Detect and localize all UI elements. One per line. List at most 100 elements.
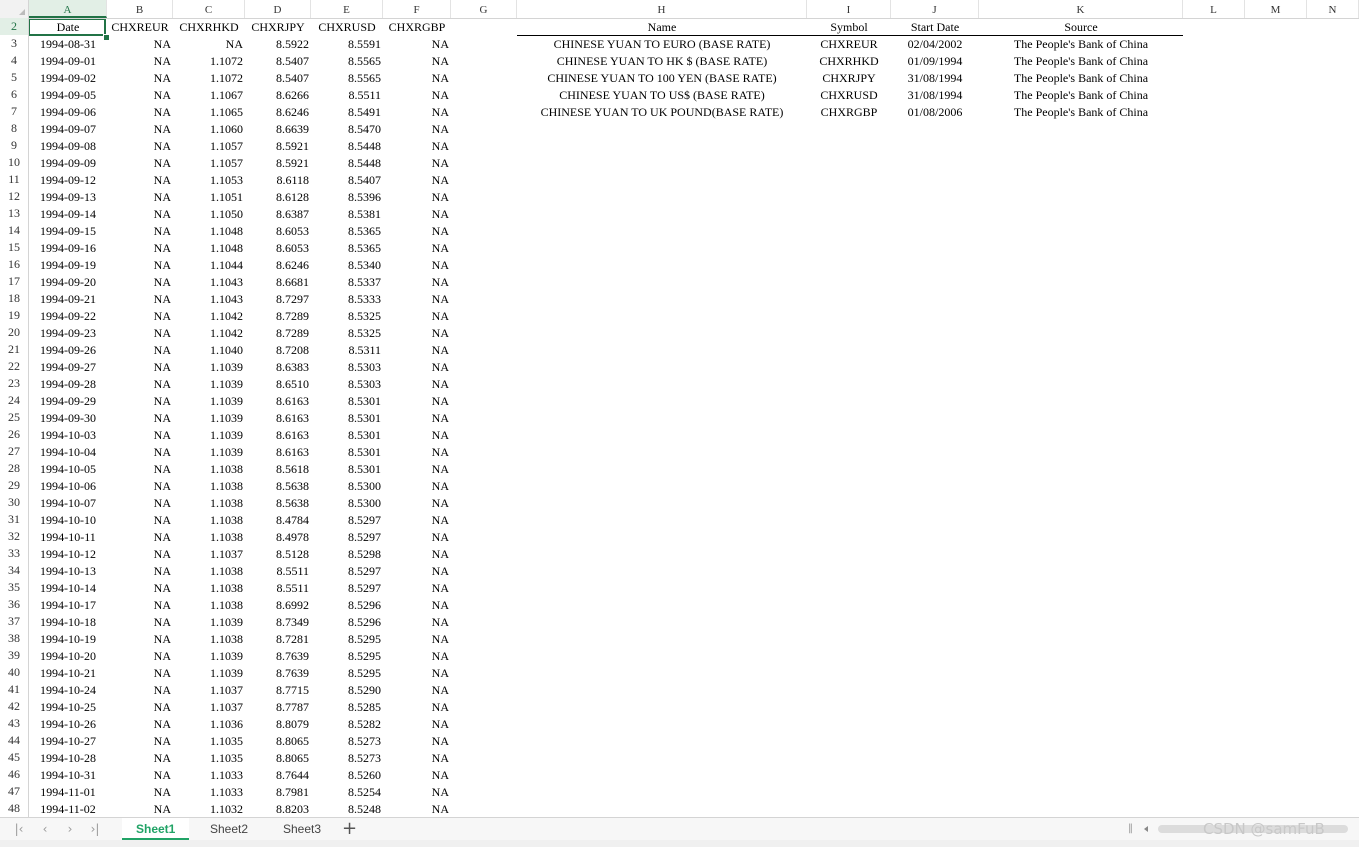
- hkd-cell[interactable]: 1.1072: [173, 70, 245, 87]
- usd-cell[interactable]: 8.5295: [311, 648, 383, 665]
- date-cell[interactable]: 1994-09-29: [29, 393, 107, 410]
- row-header[interactable]: 6: [0, 86, 28, 103]
- usd-cell[interactable]: 8.5340: [311, 257, 383, 274]
- gbp-cell[interactable]: NA: [383, 580, 451, 597]
- row-header[interactable]: 41: [0, 681, 28, 698]
- hkd-cell[interactable]: 1.1037: [173, 682, 245, 699]
- jpy-cell[interactable]: 8.5922: [245, 36, 311, 53]
- date-cell[interactable]: 1994-09-20: [29, 274, 107, 291]
- column-header-a[interactable]: A: [29, 0, 107, 18]
- date-cell[interactable]: 1994-10-24: [29, 682, 107, 699]
- lookup-symbol-cell[interactable]: CHXRGBP: [807, 104, 891, 121]
- eur-cell[interactable]: NA: [107, 342, 173, 359]
- column-header-c[interactable]: C: [173, 0, 245, 18]
- row-header[interactable]: 40: [0, 664, 28, 681]
- jpy-cell[interactable]: 8.6053: [245, 223, 311, 240]
- usd-cell[interactable]: 8.5282: [311, 716, 383, 733]
- eur-cell[interactable]: NA: [107, 512, 173, 529]
- eur-cell[interactable]: NA: [107, 563, 173, 580]
- lookup-header-name[interactable]: Name: [517, 19, 807, 36]
- lookup-header-source[interactable]: Source: [979, 19, 1183, 36]
- date-cell[interactable]: 1994-09-21: [29, 291, 107, 308]
- header-cell-chxrhkd[interactable]: CHXRHKD: [173, 19, 245, 36]
- gbp-cell[interactable]: NA: [383, 512, 451, 529]
- usd-cell[interactable]: 8.5301: [311, 393, 383, 410]
- row-header[interactable]: 8: [0, 120, 28, 137]
- gbp-cell[interactable]: NA: [383, 189, 451, 206]
- tab-sheet3[interactable]: Sheet3: [269, 818, 335, 840]
- eur-cell[interactable]: NA: [107, 665, 173, 682]
- lookup-start-date-cell[interactable]: 01/08/2006: [891, 104, 979, 121]
- date-cell[interactable]: 1994-09-12: [29, 172, 107, 189]
- eur-cell[interactable]: NA: [107, 427, 173, 444]
- gbp-cell[interactable]: NA: [383, 733, 451, 750]
- eur-cell[interactable]: NA: [107, 240, 173, 257]
- jpy-cell[interactable]: 8.7981: [245, 784, 311, 801]
- usd-cell[interactable]: 8.5273: [311, 750, 383, 767]
- date-cell[interactable]: 1994-10-19: [29, 631, 107, 648]
- hkd-cell[interactable]: 1.1042: [173, 325, 245, 342]
- jpy-cell[interactable]: 8.6992: [245, 597, 311, 614]
- eur-cell[interactable]: NA: [107, 580, 173, 597]
- usd-cell[interactable]: 8.5254: [311, 784, 383, 801]
- jpy-cell[interactable]: 8.6266: [245, 87, 311, 104]
- gbp-cell[interactable]: NA: [383, 597, 451, 614]
- hkd-cell[interactable]: 1.1032: [173, 801, 245, 817]
- gbp-cell[interactable]: NA: [383, 342, 451, 359]
- row-header[interactable]: 27: [0, 443, 28, 460]
- usd-cell[interactable]: 8.5396: [311, 189, 383, 206]
- usd-cell[interactable]: 8.5511: [311, 87, 383, 104]
- eur-cell[interactable]: NA: [107, 750, 173, 767]
- usd-cell[interactable]: 8.5407: [311, 172, 383, 189]
- usd-cell[interactable]: 8.5303: [311, 376, 383, 393]
- row-header[interactable]: 21: [0, 341, 28, 358]
- tab-sheet2[interactable]: Sheet2: [196, 818, 262, 840]
- usd-cell[interactable]: 8.5301: [311, 410, 383, 427]
- lookup-name-cell[interactable]: CHINESE YUAN TO UK POUND(BASE RATE): [517, 104, 807, 121]
- jpy-cell[interactable]: 8.5921: [245, 155, 311, 172]
- eur-cell[interactable]: NA: [107, 155, 173, 172]
- usd-cell[interactable]: 8.5491: [311, 104, 383, 121]
- gbp-cell[interactable]: NA: [383, 138, 451, 155]
- gbp-cell[interactable]: NA: [383, 427, 451, 444]
- eur-cell[interactable]: NA: [107, 461, 173, 478]
- lookup-source-cell[interactable]: The People's Bank of China: [979, 53, 1183, 70]
- hkd-cell[interactable]: 1.1039: [173, 427, 245, 444]
- row-header[interactable]: 25: [0, 409, 28, 426]
- hkd-cell[interactable]: 1.1072: [173, 53, 245, 70]
- jpy-cell[interactable]: 8.7281: [245, 631, 311, 648]
- row-header[interactable]: 28: [0, 460, 28, 477]
- date-cell[interactable]: 1994-09-09: [29, 155, 107, 172]
- row-header[interactable]: 26: [0, 426, 28, 443]
- row-header[interactable]: 48: [0, 800, 28, 817]
- gbp-cell[interactable]: NA: [383, 359, 451, 376]
- lookup-name-cell[interactable]: CHINESE YUAN TO 100 YEN (BASE RATE): [517, 70, 807, 87]
- usd-cell[interactable]: 8.5448: [311, 138, 383, 155]
- date-cell[interactable]: 1994-11-01: [29, 784, 107, 801]
- column-header-h[interactable]: H: [517, 0, 807, 18]
- date-cell[interactable]: 1994-09-16: [29, 240, 107, 257]
- eur-cell[interactable]: NA: [107, 87, 173, 104]
- jpy-cell[interactable]: 8.7715: [245, 682, 311, 699]
- hkd-cell[interactable]: 1.1053: [173, 172, 245, 189]
- date-cell[interactable]: 1994-09-06: [29, 104, 107, 121]
- row-header[interactable]: 15: [0, 239, 28, 256]
- gbp-cell[interactable]: NA: [383, 444, 451, 461]
- eur-cell[interactable]: NA: [107, 716, 173, 733]
- gbp-cell[interactable]: NA: [383, 699, 451, 716]
- gbp-cell[interactable]: NA: [383, 155, 451, 172]
- header-cell-chxrjpy[interactable]: CHXRJPY: [245, 19, 311, 36]
- gbp-cell[interactable]: NA: [383, 801, 451, 817]
- row-header[interactable]: 13: [0, 205, 28, 222]
- tab-sheet1[interactable]: Sheet1: [122, 818, 190, 840]
- row-header[interactable]: 45: [0, 749, 28, 766]
- next-sheet-icon[interactable]: ›: [61, 821, 79, 837]
- date-cell[interactable]: 1994-09-23: [29, 325, 107, 342]
- eur-cell[interactable]: NA: [107, 206, 173, 223]
- column-header-d[interactable]: D: [245, 0, 311, 18]
- jpy-cell[interactable]: 8.5618: [245, 461, 311, 478]
- jpy-cell[interactable]: 8.7289: [245, 308, 311, 325]
- hkd-cell[interactable]: 1.1033: [173, 784, 245, 801]
- usd-cell[interactable]: 8.5285: [311, 699, 383, 716]
- usd-cell[interactable]: 8.5260: [311, 767, 383, 784]
